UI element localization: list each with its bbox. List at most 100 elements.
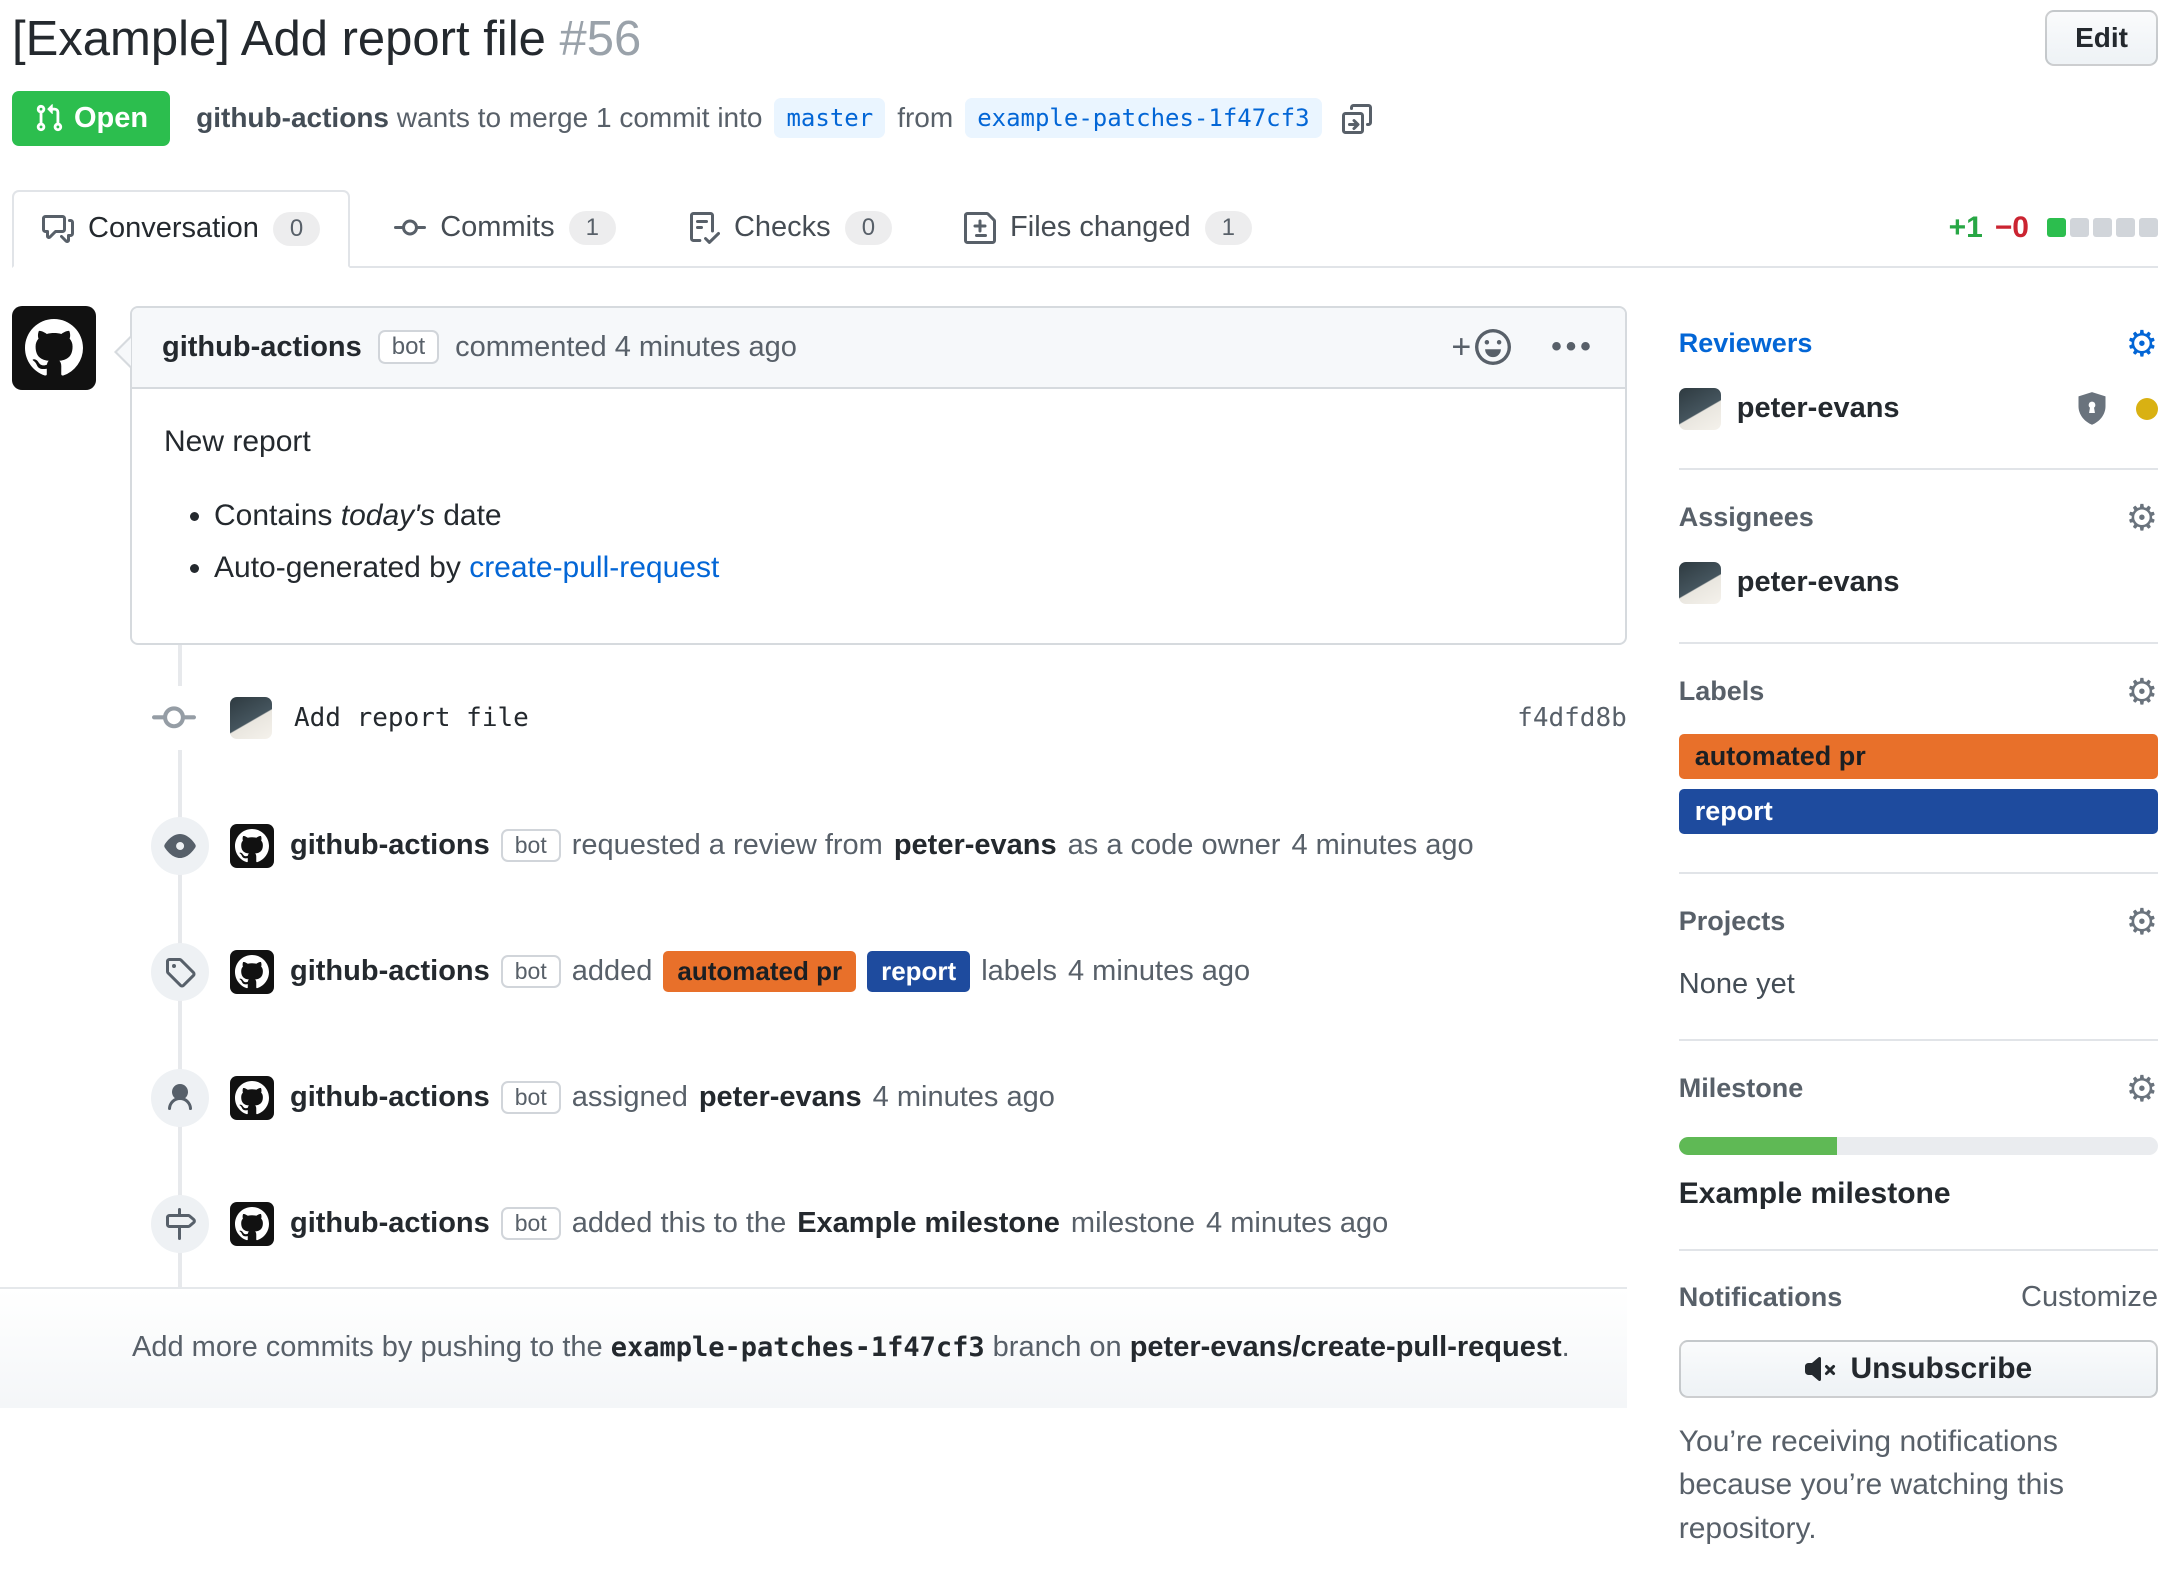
assignees-heading[interactable]: Assignees ⚙ xyxy=(1679,500,2158,536)
file-diff-icon xyxy=(964,212,996,244)
label-automated-pr[interactable]: automated pr xyxy=(1679,734,2158,779)
comment-discussion-icon xyxy=(42,213,74,245)
timeline-event-milestoned: github-actions bot added this to the Exa… xyxy=(12,1161,1627,1287)
comment-timestamp[interactable]: 4 minutes ago xyxy=(615,331,797,364)
gear-icon[interactable]: ⚙ xyxy=(2126,1071,2158,1107)
base-branch-label[interactable]: master xyxy=(774,98,885,138)
tab-commits[interactable]: Commits 1 xyxy=(366,191,644,265)
assignee-link[interactable]: peter-evans xyxy=(699,1081,862,1114)
gear-icon[interactable]: ⚙ xyxy=(2126,326,2158,362)
github-actions-avatar[interactable] xyxy=(230,1076,274,1120)
diffstat-additions: +1 xyxy=(1949,211,1983,245)
timeline-event-labeled: github-actions bot added automated pr re… xyxy=(12,909,1627,1035)
notifications-heading: Notifications Customize xyxy=(1679,1281,2158,1314)
tab-checks-count: 0 xyxy=(845,211,892,245)
label-automated-pr[interactable]: automated pr xyxy=(663,951,856,992)
label-report[interactable]: report xyxy=(867,951,970,992)
comment-author-link[interactable]: github-actions xyxy=(162,331,362,364)
committer-avatar[interactable] xyxy=(230,697,272,739)
github-actions-avatar[interactable] xyxy=(230,950,274,994)
milestone-link[interactable]: Example milestone xyxy=(797,1207,1060,1240)
tab-checks[interactable]: Checks 0 xyxy=(660,191,920,265)
tab-files-changed-count: 1 xyxy=(1205,211,1252,245)
diffstat: +1 −0 xyxy=(1949,211,2158,245)
projects-heading[interactable]: Projects ⚙ xyxy=(1679,904,2158,940)
bot-badge: bot xyxy=(378,330,439,364)
comment-body: New report Contains today's date Auto-ge… xyxy=(132,389,1625,643)
kebab-menu-button[interactable]: ••• xyxy=(1551,330,1595,364)
comment-paragraph: New report xyxy=(164,425,1593,459)
event-author-link[interactable]: github-actions xyxy=(290,955,490,988)
event-timestamp[interactable]: 4 minutes ago xyxy=(1068,955,1250,988)
commit-sha-link[interactable]: f4dfd8b xyxy=(1517,703,1627,733)
assignee-name[interactable]: peter-evans xyxy=(1737,566,1900,599)
git-commit-icon xyxy=(394,212,426,244)
assignee-avatar[interactable] xyxy=(1679,562,1721,604)
assignees-section: Assignees ⚙ peter-evans xyxy=(1679,470,2158,644)
mute-icon xyxy=(1805,1353,1837,1385)
pr-author-link[interactable]: github-actions xyxy=(196,102,389,134)
pr-page: [Example] Add report file #56 Edit Open … xyxy=(0,0,2172,1588)
copy-branch-icon[interactable] xyxy=(1342,102,1374,134)
checklist-icon xyxy=(688,212,720,244)
reviewers-heading[interactable]: Reviewers ⚙ xyxy=(1679,326,2158,362)
unsubscribe-button[interactable]: Unsubscribe xyxy=(1679,1340,2158,1398)
tab-checks-label: Checks xyxy=(734,211,831,244)
reviewers-section: Reviewers ⚙ peter-evans xyxy=(1679,306,2158,470)
github-actions-avatar[interactable] xyxy=(230,1202,274,1246)
pr-timeline: Add report file f4dfd8b github-actions b… xyxy=(12,645,1627,1287)
diffstat-blocks xyxy=(2047,218,2158,237)
labels-heading[interactable]: Labels ⚙ xyxy=(1679,674,2158,710)
pr-number: #56 xyxy=(559,12,641,66)
gear-icon[interactable]: ⚙ xyxy=(2126,904,2158,940)
head-branch-label[interactable]: example-patches-1f47cf3 xyxy=(965,98,1321,138)
tab-files-changed-label: Files changed xyxy=(1010,211,1191,244)
tab-files-changed[interactable]: Files changed 1 xyxy=(936,191,1280,265)
event-author-link[interactable]: github-actions xyxy=(290,1081,490,1114)
bot-badge: bot xyxy=(501,1207,561,1240)
gear-icon[interactable]: ⚙ xyxy=(2126,500,2158,536)
event-timestamp[interactable]: 4 minutes ago xyxy=(1291,829,1473,862)
event-timestamp[interactable]: 4 minutes ago xyxy=(1206,1207,1388,1240)
milestone-progress-fill xyxy=(1679,1137,1837,1155)
tab-conversation-label: Conversation xyxy=(88,212,259,245)
pr-sidebar: Reviewers ⚙ peter-evans Assignee xyxy=(1679,306,2158,1588)
event-author-link[interactable]: github-actions xyxy=(290,1207,490,1240)
milestone-icon xyxy=(151,1195,209,1253)
edit-button[interactable]: Edit xyxy=(2045,10,2158,66)
timeline-event-assigned: github-actions bot assigned peter-evans … xyxy=(12,1035,1627,1161)
github-actions-avatar[interactable] xyxy=(230,824,274,868)
reviewer-row: peter-evans xyxy=(1679,388,2158,430)
pr-state-label: Open xyxy=(74,102,148,135)
diffstat-deletions: −0 xyxy=(1995,211,2029,245)
create-pull-request-link[interactable]: create-pull-request xyxy=(469,551,719,584)
milestone-progress-track xyxy=(1679,1137,2158,1155)
reviewer-name[interactable]: peter-evans xyxy=(1737,392,1900,425)
reviewer-link[interactable]: peter-evans xyxy=(894,829,1057,862)
commit-message-link[interactable]: Add report file xyxy=(294,703,529,733)
comment-action-text: commented xyxy=(455,331,607,364)
timeline-event-review-requested: github-actions bot requested a review fr… xyxy=(12,783,1627,909)
push-instructions: Add more commits by pushing to the examp… xyxy=(0,1287,1627,1408)
conversation-column: github-actions bot commented 4 minutes a… xyxy=(12,306,1627,1588)
customize-link[interactable]: Customize xyxy=(2021,1281,2158,1314)
bot-badge: bot xyxy=(501,829,561,862)
milestone-heading[interactable]: Milestone ⚙ xyxy=(1679,1071,2158,1107)
eye-icon xyxy=(151,817,209,875)
projects-empty-text: None yet xyxy=(1679,968,2158,1001)
label-report[interactable]: report xyxy=(1679,789,2158,834)
page-title: [Example] Add report file #56 xyxy=(12,10,641,69)
labels-section: Labels ⚙ automated pr report xyxy=(1679,644,2158,874)
comment-box: github-actions bot commented 4 minutes a… xyxy=(130,306,1627,645)
comment-bullet-1: Contains today's date xyxy=(214,499,1593,533)
add-reaction-button[interactable]: + xyxy=(1451,328,1511,367)
pr-title-text: [Example] Add report file xyxy=(12,12,546,66)
reviewer-avatar[interactable] xyxy=(1679,388,1721,430)
pr-tab-bar: Conversation 0 Commits 1 Checks 0 Files … xyxy=(12,190,2158,268)
event-author-link[interactable]: github-actions xyxy=(290,829,490,862)
milestone-name-link[interactable]: Example milestone xyxy=(1679,1177,2158,1211)
gear-icon[interactable]: ⚙ xyxy=(2126,674,2158,710)
tab-conversation[interactable]: Conversation 0 xyxy=(12,190,350,268)
github-actions-avatar[interactable] xyxy=(12,306,96,390)
event-timestamp[interactable]: 4 minutes ago xyxy=(873,1081,1055,1114)
